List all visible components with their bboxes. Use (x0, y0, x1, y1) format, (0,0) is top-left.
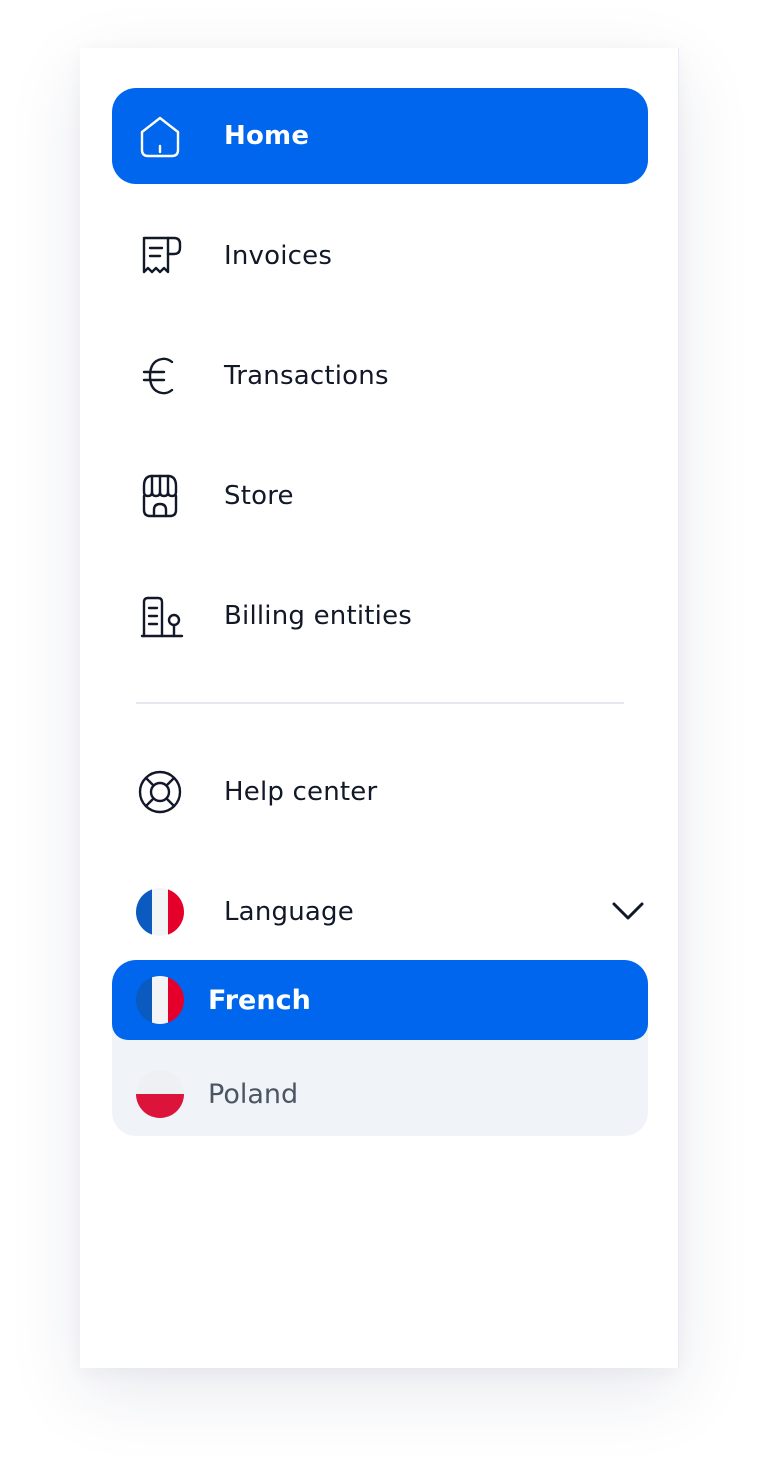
sidebar-item-transactions[interactable]: Transactions (112, 328, 648, 424)
sidebar-item-billing-entities[interactable]: Billing entities (112, 568, 648, 664)
building-icon (136, 592, 184, 640)
sidebar-item-label: Help center (224, 777, 378, 807)
store-icon (136, 472, 184, 520)
euro-icon (136, 352, 184, 400)
home-icon (136, 112, 184, 160)
sidebar-item-label: Invoices (224, 241, 333, 271)
france-flag-icon (136, 888, 184, 936)
language-option-label: Poland (208, 1078, 299, 1110)
sidebar-item-label: Transactions (224, 361, 389, 391)
france-flag-icon (136, 976, 184, 1024)
lifebuoy-icon (136, 768, 184, 816)
sidebar-item-invoices[interactable]: Invoices (112, 208, 648, 304)
sidebar-item-help-center[interactable]: Help center (112, 744, 648, 840)
language-option-poland[interactable]: Poland (112, 1054, 648, 1134)
section-divider (136, 702, 624, 704)
language-dropdown: French Poland (112, 960, 648, 1136)
sidebar-item-label: Billing entities (224, 601, 413, 631)
receipt-icon (136, 232, 184, 280)
sidebar-panel: Home Invoices Transactions Store Billing… (80, 48, 679, 1368)
language-option-french[interactable]: French (112, 960, 648, 1040)
language-label: Language (224, 897, 354, 927)
poland-flag-icon (136, 1070, 184, 1118)
sidebar-item-label: Home (224, 121, 310, 151)
chevron-down-icon[interactable] (608, 894, 648, 930)
sidebar-item-label: Store (224, 481, 294, 511)
language-option-label: French (208, 984, 311, 1016)
sidebar-item-home[interactable]: Home (112, 88, 648, 184)
language-selector[interactable]: Language (112, 864, 648, 960)
sidebar-item-store[interactable]: Store (112, 448, 648, 544)
